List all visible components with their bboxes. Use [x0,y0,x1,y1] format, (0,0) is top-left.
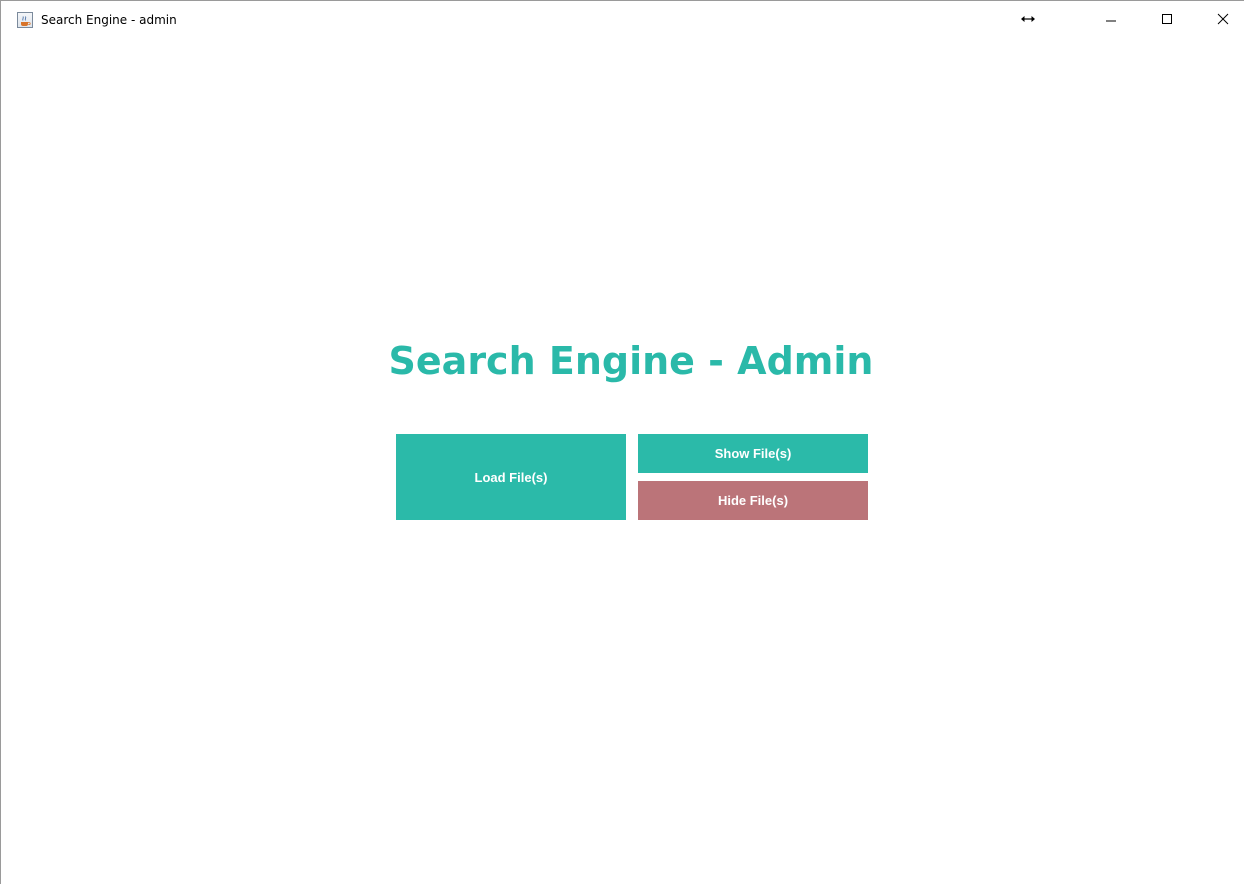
minimize-button[interactable] [1088,1,1134,40]
java-cup-icon[interactable] [17,12,33,28]
hide-files-label: Hide File(s) [717,493,789,508]
maximize-icon [1161,12,1173,30]
minimize-icon [1105,12,1117,30]
show-files-button[interactable]: Show File(s) [638,434,868,473]
show-files-label: Show File(s) [714,446,792,461]
app-window: Search Engine - admin Search Engine - Ad… [0,0,1244,884]
hide-files-button[interactable]: Hide File(s) [638,481,868,520]
maximize-button[interactable] [1144,1,1190,40]
close-button[interactable] [1200,1,1244,40]
load-files-label: Load File(s) [474,469,548,485]
load-files-button[interactable]: Load File(s) [396,434,626,520]
horizontal-resize-icon [1020,12,1036,26]
close-icon [1217,12,1229,30]
title-bar[interactable]: Search Engine - admin [1,1,1244,40]
page-title: Search Engine - Admin [388,339,874,383]
window-title: Search Engine - admin [41,13,177,27]
